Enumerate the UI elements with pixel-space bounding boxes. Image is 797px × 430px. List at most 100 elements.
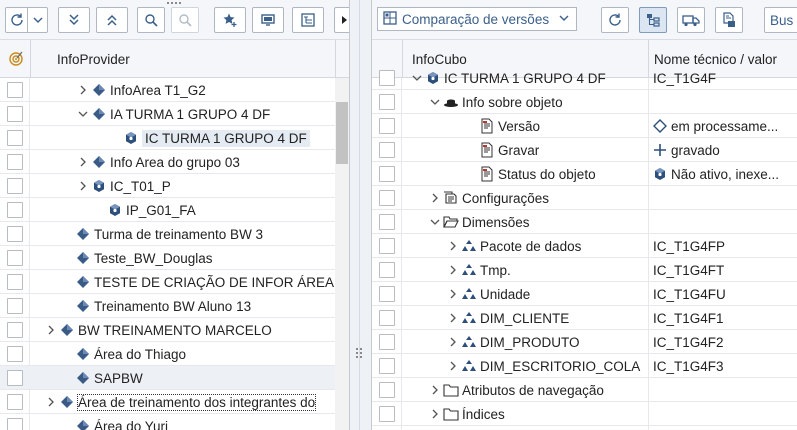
row-checkbox[interactable] bbox=[379, 262, 395, 278]
left-tree-row[interactable]: Área do Yuri bbox=[0, 414, 349, 430]
tree-node[interactable]: SAPBW bbox=[60, 366, 143, 390]
left-tree-row[interactable]: BW TREINAMENTO MARCELO bbox=[0, 318, 349, 342]
right-tree-row[interactable]: IC TURMA 1 GRUPO 4 DF IC_T1G4F bbox=[372, 66, 797, 90]
row-checkbox[interactable] bbox=[7, 130, 23, 146]
tree-node[interactable]: InfoArea T1_G2 bbox=[76, 78, 206, 102]
left-tree-row[interactable]: Treinamento BW Aluno 13 bbox=[0, 294, 349, 318]
hierarchy-button[interactable] bbox=[639, 7, 667, 33]
tree-node[interactable]: DIM_CLIENTE bbox=[446, 306, 569, 330]
right-tree-row[interactable]: Status do objeto Não ativo, inexe... bbox=[372, 162, 797, 186]
tree-node[interactable]: Pacote de dados bbox=[446, 234, 581, 258]
tree-node[interactable]: DIM_PRODUTO bbox=[446, 330, 580, 354]
tree-node[interactable]: Atributos de navegação bbox=[428, 378, 604, 402]
left-scrollbar[interactable] bbox=[335, 78, 349, 430]
row-checkbox[interactable] bbox=[379, 406, 395, 422]
row-checkbox[interactable] bbox=[379, 70, 395, 86]
expand-chevron-icon[interactable] bbox=[446, 337, 460, 347]
row-checkbox[interactable] bbox=[379, 142, 395, 158]
tree-node[interactable]: Tmp. bbox=[446, 258, 511, 282]
left-tree-row[interactable]: IA TURMA 1 GRUPO 4 DF bbox=[0, 102, 349, 126]
right-tree-row[interactable]: Pacote de dados IC_T1G4FP bbox=[372, 234, 797, 258]
refresh-options-dropdown[interactable] bbox=[27, 7, 48, 33]
expand-chevron-icon[interactable] bbox=[446, 361, 460, 371]
row-checkbox[interactable] bbox=[379, 286, 395, 302]
row-checkbox[interactable] bbox=[7, 178, 23, 194]
toolbar-overflow-button[interactable] bbox=[334, 7, 349, 33]
row-checkbox[interactable] bbox=[379, 94, 395, 110]
document-button[interactable] bbox=[715, 7, 743, 33]
expand-chevron-icon[interactable] bbox=[76, 85, 90, 95]
row-checkbox[interactable] bbox=[379, 334, 395, 350]
right-tree-row[interactable]: Versão em processame... bbox=[372, 114, 797, 138]
expand-chevron-icon[interactable] bbox=[44, 397, 58, 407]
row-checkbox[interactable] bbox=[7, 346, 23, 362]
tree-node[interactable]: Info Area do grupo 03 bbox=[76, 150, 240, 174]
left-tree-row[interactable]: TESTE DE CRIAÇÃO DE INFOR ÁREA bbox=[0, 270, 349, 294]
row-checkbox[interactable] bbox=[379, 118, 395, 134]
right-tree-row[interactable]: Tmp. IC_T1G4FT bbox=[372, 258, 797, 282]
row-checkbox[interactable] bbox=[7, 82, 23, 98]
left-tree-row[interactable]: Área do Thiago bbox=[0, 342, 349, 366]
collapse-chevron-icon[interactable] bbox=[428, 218, 442, 226]
tree-node[interactable]: Área de treinamento dos integrantes do bbox=[44, 390, 317, 414]
expand-chevron-icon[interactable] bbox=[76, 181, 90, 191]
search-button[interactable]: Bus bbox=[764, 7, 797, 33]
right-tree-row[interactable]: Gravar gravado bbox=[372, 138, 797, 162]
row-checkbox[interactable] bbox=[7, 418, 23, 430]
expand-all-button[interactable] bbox=[96, 7, 128, 33]
row-checkbox[interactable] bbox=[379, 214, 395, 230]
row-checkbox[interactable] bbox=[7, 298, 23, 314]
tree-node[interactable]: Info sobre objeto bbox=[428, 90, 563, 114]
expand-chevron-icon[interactable] bbox=[428, 409, 442, 419]
tree-node[interactable]: IA TURMA 1 GRUPO 4 DF bbox=[76, 102, 270, 126]
collapse-chevron-icon[interactable] bbox=[428, 98, 442, 106]
row-checkbox[interactable] bbox=[7, 274, 23, 290]
search-button[interactable] bbox=[137, 7, 165, 33]
tree-node[interactable]: Índices bbox=[428, 402, 505, 426]
right-tree-row[interactable]: DIM_PRODUTO IC_T1G4F2 bbox=[372, 330, 797, 354]
tree-node[interactable]: Configurações bbox=[428, 186, 549, 210]
tree-node[interactable]: IP_G01_FA bbox=[92, 198, 196, 222]
left-tree-row[interactable]: IC TURMA 1 GRUPO 4 DF bbox=[0, 126, 349, 150]
expand-chevron-icon[interactable] bbox=[446, 241, 460, 251]
favorite-button[interactable] bbox=[214, 7, 246, 33]
row-checkbox[interactable] bbox=[7, 202, 23, 218]
row-checkbox[interactable] bbox=[7, 250, 23, 266]
tree-node[interactable]: DIM_ESCRITORIO_COLA bbox=[446, 354, 640, 378]
row-checkbox[interactable] bbox=[379, 310, 395, 326]
left-scrollbar-thumb[interactable] bbox=[336, 102, 348, 164]
tree-node[interactable]: BW TREINAMENTO MARCELO bbox=[44, 318, 272, 342]
right-tree-row[interactable]: Configurações bbox=[372, 186, 797, 210]
drag-handle[interactable] bbox=[167, 2, 183, 5]
row-checkbox[interactable] bbox=[379, 166, 395, 182]
right-tree-row[interactable]: DIM_ESCRITORIO_COLA IC_T1G4F3 bbox=[372, 354, 797, 378]
left-tree-row[interactable]: IP_G01_FA bbox=[0, 198, 349, 222]
left-tree-row[interactable]: Área de treinamento dos integrantes do bbox=[0, 390, 349, 414]
right-tree-row[interactable]: DIM_CLIENTE IC_T1G4F1 bbox=[372, 306, 797, 330]
collapse-all-button[interactable] bbox=[58, 7, 90, 33]
version-compare-select[interactable]: Comparação de versões bbox=[377, 7, 577, 31]
left-tree-row[interactable]: Info Area do grupo 03 bbox=[0, 150, 349, 174]
tree-button[interactable] bbox=[292, 7, 324, 33]
row-checkbox[interactable] bbox=[7, 394, 23, 410]
row-checkbox[interactable] bbox=[7, 370, 23, 386]
tree-node[interactable]: Teste_BW_Douglas bbox=[60, 246, 213, 270]
left-tree-row[interactable]: InfoArea T1_G2 bbox=[0, 78, 349, 102]
left-tree-row[interactable]: IC_T01_P bbox=[0, 174, 349, 198]
splitter-grip[interactable] bbox=[356, 346, 364, 360]
tree-node[interactable]: Área do Thiago bbox=[60, 342, 186, 366]
right-tree-row[interactable]: Dimensões bbox=[372, 210, 797, 234]
expand-chevron-icon[interactable] bbox=[446, 313, 460, 323]
transport-button[interactable] bbox=[677, 7, 705, 33]
tree-node[interactable]: Versão bbox=[464, 114, 540, 138]
refresh-button[interactable] bbox=[5, 7, 27, 33]
pane-splitter[interactable] bbox=[350, 0, 371, 430]
collapse-chevron-icon[interactable] bbox=[410, 74, 424, 82]
expand-chevron-icon[interactable] bbox=[44, 325, 58, 335]
right-tree-row[interactable]: Info sobre objeto bbox=[372, 90, 797, 114]
tree-node[interactable]: Dimensões bbox=[428, 210, 530, 234]
row-checkbox[interactable] bbox=[379, 358, 395, 374]
tree-node[interactable]: IC TURMA 1 GRUPO 4 DF bbox=[410, 66, 606, 90]
select-column-header[interactable] bbox=[8, 40, 28, 78]
display-button[interactable] bbox=[252, 7, 284, 33]
